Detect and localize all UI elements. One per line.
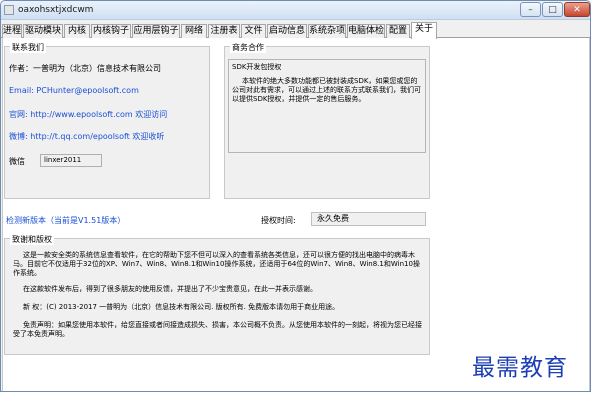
credits-group: 致谢和版权 这是一款安全类的系统信息查看软件，在它的帮助下您不但可以深入的查看系… [4, 234, 430, 355]
app-icon [4, 5, 14, 15]
tab-process[interactable]: 进程 [2, 24, 22, 38]
contact-group: 联系我们 作者：一普明为（北京）信息技术有限公司 Email: PCHunter… [4, 42, 210, 199]
email-link[interactable]: Email: PCHunter@epoolsoft.com [9, 86, 139, 95]
check-update-link[interactable]: 检测新版本（当前是V1.51版本） [6, 215, 125, 226]
website-link[interactable]: 官网: http://www.epoolsoft.com 欢迎访问 [9, 109, 167, 120]
close-button[interactable]: ✕ [564, 2, 590, 17]
tab-pc-checkup[interactable]: 电脑体检 [347, 24, 385, 38]
business-group-title: 商务合作 [230, 42, 266, 53]
auth-time-field: 永久免费 [311, 212, 426, 226]
tab-app-hooks[interactable]: 应用层钩子 [132, 24, 180, 38]
credits-group-title: 致谢和版权 [10, 234, 54, 245]
app-window: oaxohsxtjxdcwm – □ ✕ 进程 驱动模块 内核 内核钩子 应用层… [0, 0, 591, 392]
tab-bar: 进程 驱动模块 内核 内核钩子 应用层钩子 网络 注册表 文件 启动信息 系统杂… [1, 22, 590, 39]
business-box-heading: SDK开发包授权 [232, 63, 282, 71]
tab-driver-modules[interactable]: 驱动模块 [23, 24, 63, 38]
wechat-field[interactable]: linxer2011 [40, 154, 102, 167]
tab-about[interactable]: 关于 [411, 22, 437, 39]
business-box-body: 本软件的绝大多数功能都已被封装成SDK，如果您或您的公司对此有需求，可以通过上述… [232, 77, 421, 103]
tab-files[interactable]: 文件 [241, 24, 266, 38]
maximize-button[interactable]: □ [542, 2, 563, 17]
title-bar[interactable]: oaxohsxtjxdcwm – □ ✕ [1, 1, 590, 20]
tab-config[interactable]: 配置 [386, 24, 410, 38]
business-group: 商务合作 SDK开发包授权 本软件的绝大多数功能都已被封装成SDK，如果您或您的… [224, 42, 430, 199]
copyright-text: 新 权：(C) 2013-2017 一普明为（北京）信息技术有限公司. 版权所有… [23, 303, 340, 311]
tab-system-misc[interactable]: 系统杂项 [308, 24, 346, 38]
window-title: oaxohsxtjxdcwm [18, 5, 94, 15]
tab-kernel-hooks[interactable]: 内核钩子 [91, 24, 131, 38]
credits-thanks: 在这款软件发布后，得到了很多朋友的使用反馈，并提出了不少宝贵意见，在此一并表示感… [23, 285, 317, 293]
watermark: 最需教育 [472, 355, 568, 381]
business-textbox[interactable]: SDK开发包授权 本软件的绝大多数功能都已被封装成SDK，如果您或您的公司对此有… [228, 59, 426, 153]
minimize-button[interactable]: – [520, 2, 541, 17]
author-text: 作者：一普明为（北京）信息技术有限公司 [9, 64, 161, 73]
credits-intro: 这是一款安全类的系统信息查看软件，在它的帮助下您不但可以深入的查看系统各类信息，… [13, 251, 420, 277]
wechat-label: 微信 [9, 157, 25, 166]
tab-network[interactable]: 网络 [181, 24, 207, 38]
contact-group-title: 联系我们 [10, 42, 46, 53]
auth-time-label: 授权时间: [261, 216, 296, 225]
tab-registry[interactable]: 注册表 [208, 24, 240, 38]
tab-startup[interactable]: 启动信息 [267, 24, 307, 38]
about-panel: 联系我们 作者：一普明为（北京）信息技术有限公司 Email: PCHunter… [2, 38, 590, 391]
tab-kernel[interactable]: 内核 [64, 24, 90, 38]
weibo-link[interactable]: 微博: http://t.qq.com/epoolsoft 欢迎收听 [9, 131, 164, 142]
disclaimer-text: 免责声明：如果您使用本软件，给您直接或者间接造成损失、损害，本公司概不负责。从您… [13, 321, 422, 338]
